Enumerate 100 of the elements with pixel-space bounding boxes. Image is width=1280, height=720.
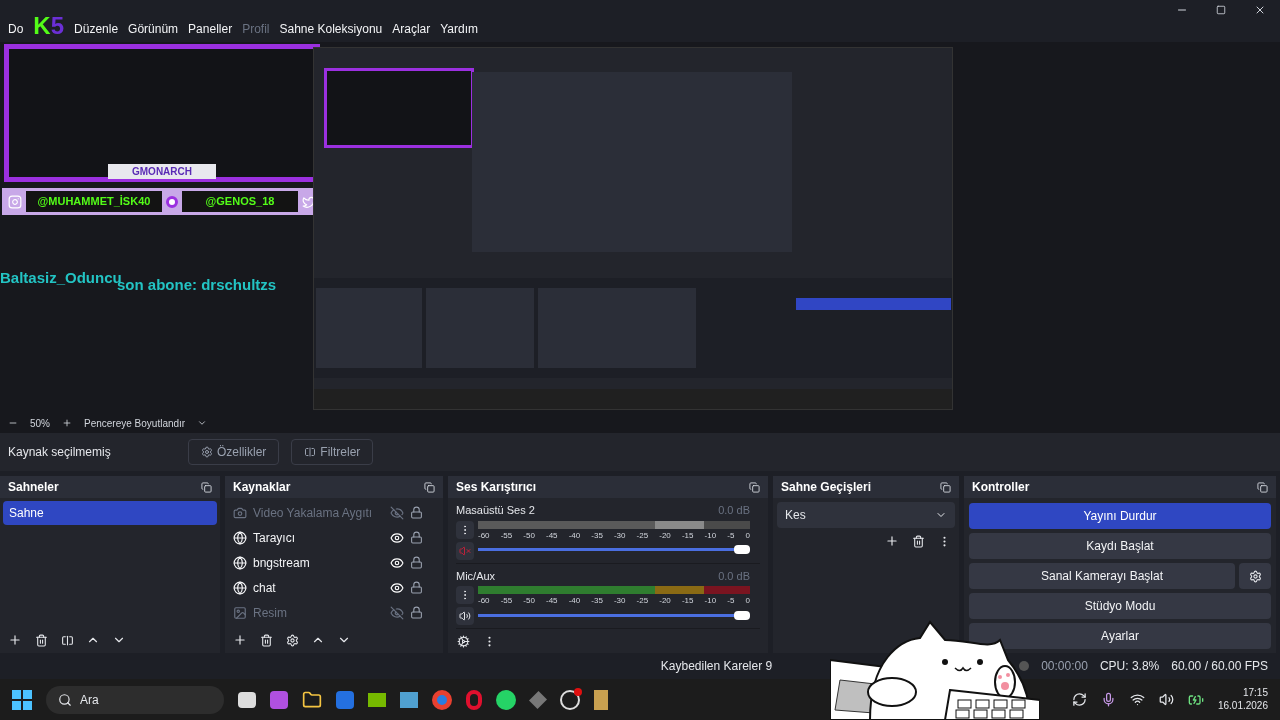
folder-icon[interactable]	[302, 689, 322, 710]
control-button[interactable]: Kaydı Başlat	[969, 533, 1271, 559]
undock-icon[interactable]	[940, 481, 951, 493]
scale-tick: -35	[591, 529, 603, 542]
channel-reading: 0.0 dB	[718, 568, 750, 584]
lock-icon[interactable]	[410, 581, 423, 594]
scale-tick: -10	[704, 595, 717, 607]
scale-tick: -45	[545, 529, 558, 542]
ring-icon	[166, 195, 178, 208]
transition-dropdown[interactable]: Kes	[777, 502, 955, 528]
volume-slider[interactable]	[478, 544, 750, 555]
scale-tick: -55	[500, 595, 513, 607]
clock[interactable]: 17:15 16.01.2026	[1217, 687, 1268, 712]
channel-logo: K5	[33, 14, 65, 38]
menu-item[interactable]: Araçlar	[392, 20, 431, 38]
source-item[interactable]: bngstream	[253, 553, 384, 572]
globe-icon	[233, 530, 247, 545]
menu-item[interactable]: Yardım	[440, 20, 479, 38]
sync-icon[interactable]	[1071, 692, 1087, 707]
globe-icon	[233, 580, 247, 595]
scale-tick: -15	[681, 595, 694, 607]
menu-icon[interactable]	[456, 586, 474, 604]
speaker-icon[interactable]	[1158, 692, 1174, 707]
menu-item[interactable]: Sahne Koleksiyonu	[279, 20, 383, 38]
lock-icon[interactable]	[410, 606, 423, 619]
menu-item[interactable]: Paneller	[188, 20, 233, 38]
undock-icon[interactable]	[1257, 481, 1268, 493]
menu-item[interactable]: Görünüm	[128, 20, 179, 38]
scale-tick: -30	[613, 595, 626, 607]
dropped-frames: Kaybedilen Kareler 9	[660, 657, 773, 675]
eye-icon[interactable]	[390, 580, 404, 595]
source-item[interactable]: Tarayıcı	[253, 528, 384, 547]
undock-icon[interactable]	[749, 481, 760, 493]
settings-icon[interactable]	[1239, 563, 1271, 589]
scale-tick: -20	[659, 595, 671, 607]
microphone-icon[interactable]	[1100, 692, 1116, 707]
gear-icon	[201, 446, 213, 458]
eye-off-icon[interactable]	[390, 505, 404, 520]
source-item[interactable]: chat	[253, 578, 384, 597]
speaker-icon[interactable]	[456, 607, 474, 625]
undock-icon[interactable]	[424, 481, 435, 493]
scale-tick: -5	[727, 595, 735, 607]
control-button[interactable]: Sanal Kamerayı Başlat	[969, 563, 1235, 589]
control-button[interactable]: Stüdyo Modu	[969, 593, 1271, 619]
scale-tick: -25	[636, 529, 649, 542]
source-status: Kaynak seçilmemiş	[8, 444, 112, 461]
scale-tick: -5	[727, 529, 735, 542]
zoom-in-icon[interactable]	[62, 418, 72, 428]
fps-counter: 60.00 / 60.00 FPS	[1171, 658, 1268, 675]
menu-item[interactable]: Do	[8, 20, 24, 38]
dock-title: Sahne Geçişleri	[781, 479, 872, 496]
stream-time: 00:00:00	[1041, 658, 1088, 675]
close-icon[interactable]	[1254, 4, 1266, 16]
circle-app-icon[interactable]	[560, 689, 580, 710]
frame-label: GMONARCH	[108, 164, 216, 179]
bird-icon	[302, 194, 316, 209]
scale-tick: -45	[545, 595, 558, 607]
camera-outline-icon	[8, 194, 22, 209]
channel-name: Mic/Aux	[456, 568, 496, 584]
dock-title: Sahneler	[8, 479, 59, 496]
chat-bubble-icon[interactable]	[496, 689, 516, 710]
control-button[interactable]: Ayarlar	[969, 623, 1271, 649]
windows-icon[interactable]	[12, 689, 32, 710]
maximize-icon[interactable]	[1216, 5, 1226, 15]
scale-tick: -50	[523, 595, 535, 607]
channel-reading: 0.0 dB	[718, 503, 750, 518]
menu-icon[interactable]	[456, 520, 474, 539]
dock-title: Kaynaklar	[233, 479, 291, 496]
eye-off-icon[interactable]	[390, 605, 404, 620]
toolbar-button[interactable]: Özellikler	[188, 439, 280, 465]
image-icon	[233, 605, 247, 620]
fit-dropdown[interactable]: Pencereye Boyutlandır	[84, 415, 208, 431]
ring-app-icon[interactable]	[466, 689, 482, 710]
scale-tick: -30	[613, 529, 626, 542]
ring-app-icon[interactable]	[432, 689, 452, 710]
scale-tick: -50	[523, 529, 535, 542]
control-button[interactable]: Yayını Durdur	[969, 503, 1271, 529]
wifi-icon[interactable]	[1129, 692, 1145, 707]
scale-tick: 0	[745, 529, 750, 542]
toolbar-button[interactable]: Filtreler	[291, 439, 374, 465]
search-icon	[58, 692, 72, 707]
menu-item[interactable]: Düzenle	[74, 20, 119, 38]
lock-icon[interactable]	[410, 531, 423, 544]
scale-tick: -60	[478, 529, 490, 542]
lock-icon[interactable]	[410, 506, 423, 519]
globe-icon	[233, 555, 247, 570]
scene-item[interactable]: Sahne	[3, 501, 217, 525]
scale-tick: -55	[500, 529, 513, 542]
cpu-usage: CPU: 3.8%	[1099, 658, 1160, 675]
eye-icon[interactable]	[390, 555, 404, 570]
undock-icon[interactable]	[201, 481, 212, 493]
scale-tick: -20	[659, 529, 671, 542]
lock-icon[interactable]	[410, 556, 423, 569]
eye-icon[interactable]	[390, 530, 404, 545]
scale-tick: -40	[568, 595, 581, 607]
scale-tick: -40	[568, 529, 581, 542]
scale-tick: 0	[745, 595, 750, 607]
scale-tick: -15	[681, 529, 694, 542]
search-field[interactable]: Ara	[46, 685, 224, 714]
handle-label: @MUHAMMET_İSK40	[25, 191, 163, 212]
